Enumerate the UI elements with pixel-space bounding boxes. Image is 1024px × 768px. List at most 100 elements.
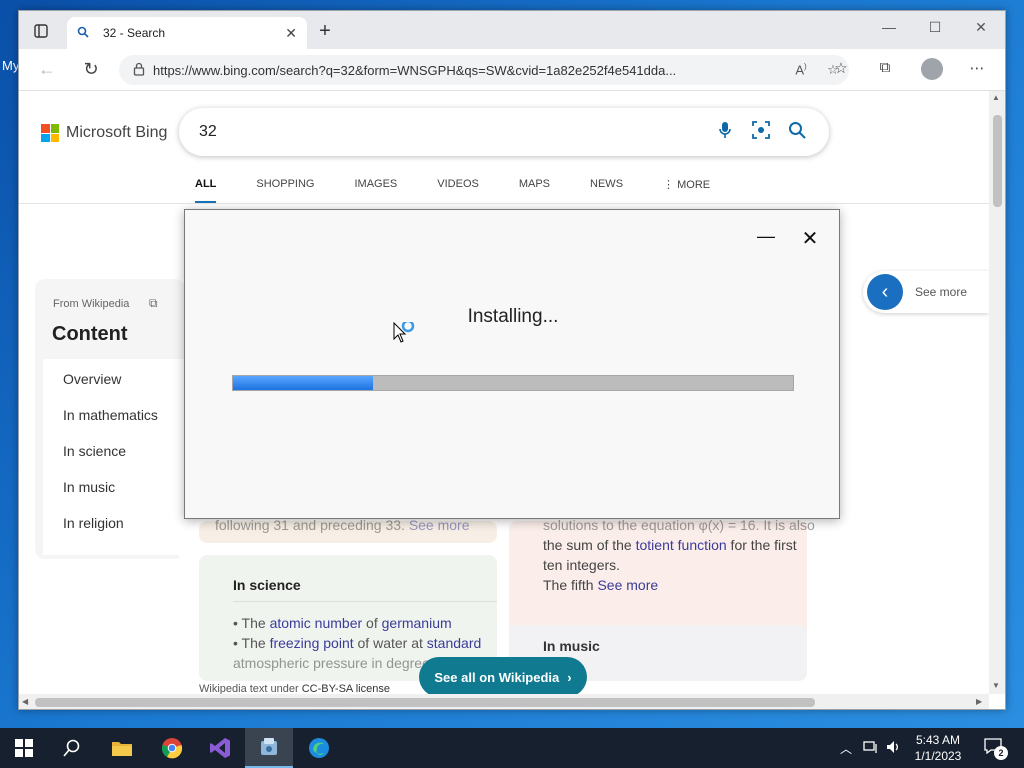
peek-right-see-more[interactable]: See more — [597, 577, 658, 593]
peek-left-see-more[interactable]: See more — [409, 517, 470, 533]
license-link[interactable]: CC-BY-SA license — [302, 683, 390, 694]
germanium-link[interactable]: germanium — [382, 615, 452, 631]
installer-icon[interactable] — [245, 728, 293, 768]
science-line-2: • The freezing point of water at standar… — [233, 635, 481, 651]
external-link-icon[interactable]: ⧉ — [149, 296, 158, 311]
back-button[interactable]: ← — [35, 59, 59, 80]
vertical-scrollbar[interactable]: ▲ ▼ — [989, 91, 1005, 694]
new-tab-button[interactable]: + — [313, 21, 337, 41]
url-text: https://www.bing.com/search?q=32&form=WN… — [153, 62, 677, 78]
close-tab-icon[interactable]: ✕ — [285, 25, 297, 42]
tab-actions-button[interactable] — [27, 20, 55, 42]
see-all-wikipedia-button[interactable]: See all on Wikipedia › — [419, 657, 587, 694]
install-progress-fill — [233, 376, 373, 390]
tab-more[interactable]: ⋮ MORE — [663, 174, 710, 204]
address-bar[interactable]: https://www.bing.com/search?q=32&form=WN… — [119, 55, 849, 85]
scroll-up-arrow-icon[interactable]: ▲ — [992, 93, 1000, 102]
science-line-1: • The atomic number of germanium — [233, 615, 452, 631]
minimize-window-button[interactable]: — — [874, 19, 904, 35]
science-line-1-mid: of — [362, 615, 382, 631]
toc-item-mathematics[interactable]: In mathematics — [63, 407, 158, 423]
show-hidden-icons-icon[interactable]: ︿ — [840, 740, 852, 757]
address-bar-row: ← ↻ https://www.bing.com/search?q=32&for… — [19, 49, 1005, 91]
chevron-left-icon[interactable]: ‹ — [867, 274, 903, 310]
science-line-2-pre: • The — [233, 635, 270, 651]
profile-avatar[interactable] — [921, 58, 943, 80]
peek-right-line4: The fifth See more — [543, 577, 658, 593]
file-explorer-icon[interactable] — [98, 728, 146, 768]
dialog-minimize-button[interactable]: — — [755, 226, 777, 247]
action-center-icon[interactable]: 2 — [984, 738, 1008, 760]
toc-item-science[interactable]: In science — [63, 443, 126, 459]
freezing-point-link[interactable]: freezing point — [270, 635, 354, 651]
logo-square-red — [41, 124, 50, 133]
installer-dialog: — ✕ Installing... — [184, 209, 840, 519]
close-window-button[interactable]: ✕ — [966, 19, 996, 36]
install-status-text: Installing... — [467, 306, 559, 327]
totient-function-link[interactable]: totient function — [636, 537, 727, 553]
peek-right-line1: solutions to the equation φ(x) = 16. It … — [543, 517, 815, 533]
browser-tab[interactable]: 32 - Search ✕ — [67, 17, 307, 49]
nav-divider — [19, 203, 989, 204]
license-pre: Wikipedia text under — [199, 683, 302, 694]
search-icon — [77, 26, 93, 41]
bing-logo[interactable]: Microsoft Bing — [41, 124, 167, 142]
vertical-scroll-thumb[interactable] — [993, 115, 1002, 207]
science-divider — [233, 601, 497, 602]
logo-text: Microsoft Bing — [66, 124, 168, 141]
logo-square-yellow — [50, 133, 59, 142]
horizontal-scrollbar[interactable]: ◀ ▶ — [19, 694, 989, 709]
network-icon[interactable] — [863, 740, 879, 757]
system-clock[interactable]: 5:43 AM 1/1/2023 — [900, 732, 976, 764]
windows-start-icon[interactable] — [0, 728, 48, 768]
lock-icon[interactable] — [133, 62, 153, 79]
tab-maps[interactable]: MAPS — [519, 174, 550, 204]
horizontal-scroll-thumb[interactable] — [35, 698, 815, 707]
search-icon[interactable] — [48, 728, 96, 768]
visual-studio-icon[interactable] — [196, 728, 244, 768]
search-box[interactable]: 32 — [179, 108, 829, 156]
science-line-1-pre: • The — [233, 615, 270, 631]
chevron-right-icon: › — [567, 669, 572, 685]
edge-icon[interactable] — [295, 728, 343, 768]
refresh-button[interactable]: ↻ — [79, 59, 103, 80]
see-more-panel[interactable]: ‹ See more — [863, 271, 989, 313]
maximize-window-button[interactable]: ☐ — [920, 19, 950, 36]
peek-right-line2: the sum of the totient function for the … — [543, 537, 797, 553]
scroll-down-arrow-icon[interactable]: ▼ — [992, 681, 1000, 690]
desktop-icon-label[interactable]: My — [2, 58, 19, 73]
search-query[interactable]: 32 — [199, 123, 707, 141]
scroll-left-arrow-icon[interactable]: ◀ — [22, 697, 28, 706]
visual-search-icon[interactable] — [743, 120, 779, 145]
dialog-close-button[interactable]: ✕ — [799, 226, 821, 251]
microphone-icon[interactable] — [707, 121, 743, 144]
search-submit-icon[interactable] — [779, 121, 815, 144]
tab-news[interactable]: NEWS — [590, 174, 623, 204]
toc-item-music[interactable]: In music — [63, 479, 115, 495]
peek-right-line3: ten integers. — [543, 557, 621, 573]
tab-videos[interactable]: VIDEOS — [437, 174, 479, 204]
scroll-right-arrow-icon[interactable]: ▶ — [976, 697, 982, 706]
wikipedia-contents-card: From Wikipedia ⧉ Content Overview In mat… — [35, 279, 185, 559]
toc-item-religion[interactable]: In religion — [63, 515, 124, 531]
more-options-icon[interactable]: ⋯ — [963, 59, 991, 81]
tab-more-label: MORE — [677, 179, 711, 191]
tab-all[interactable]: ALL — [195, 174, 217, 204]
tab-title: 32 - Search — [103, 26, 166, 40]
see-more-label: See more — [915, 285, 968, 299]
collections-icon[interactable]: ⧉ — [871, 59, 899, 81]
science-line-2-mid: of water at — [353, 635, 427, 651]
toc-item-overview[interactable]: Overview — [63, 371, 121, 387]
license-note: Wikipedia text under CC-BY-SA license — [199, 683, 390, 694]
tab-images[interactable]: IMAGES — [354, 174, 397, 204]
atomic-number-link[interactable]: atomic number — [270, 615, 363, 631]
wiki-contents-heading: Content — [52, 323, 128, 345]
install-progress-bar — [232, 375, 794, 391]
chrome-icon[interactable] — [148, 728, 196, 768]
read-aloud-icon[interactable]: A) — [785, 62, 817, 77]
tab-shopping[interactable]: SHOPPING — [256, 174, 314, 204]
favorites-icon[interactable]: ☆ — [827, 59, 855, 81]
peek-right-line2-pre: the sum of the — [543, 537, 636, 553]
logo-square-blue — [41, 133, 50, 142]
standard-link[interactable]: standard — [427, 635, 481, 651]
